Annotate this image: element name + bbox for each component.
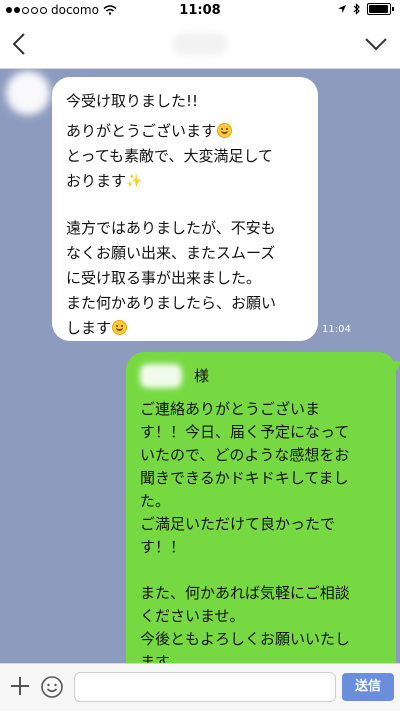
chat-area[interactable]: 今受け取りました!! ありがとうございます とっても素敵で、大変満足して おりま… (0, 69, 400, 663)
chevron-left-icon[interactable] (6, 28, 34, 60)
send-button[interactable]: 送信 (342, 673, 394, 701)
honorific: 様 (194, 366, 210, 385)
avatar[interactable] (6, 71, 50, 115)
plus-icon[interactable] (8, 674, 32, 698)
location-arrow-icon (338, 5, 346, 13)
chat-header (0, 20, 400, 69)
message-line: た。 (140, 492, 171, 510)
sparkles-emoji-icon: ✨ (126, 174, 143, 189)
smile-emoji-icon (217, 123, 233, 138)
message-line: また何かありましたら、お願い (66, 294, 277, 312)
message-line: 遠方ではありましたが、不安も (66, 219, 276, 237)
message-line: に受け取る事が出来ました。 (66, 269, 262, 287)
status-bar: docomo 11:08 (0, 0, 400, 20)
battery-nub (392, 7, 394, 11)
message-line: とっても素敵で、大変満足して (66, 147, 274, 165)
message-line: ご満足いただけて良かったで (140, 515, 336, 533)
message-timestamp: 11:04 (322, 324, 351, 335)
message-line: ご連絡ありがとうございま (140, 400, 321, 418)
message-line-with-emoji: します (66, 316, 310, 341)
message-line: いたので、どのような感想をお (140, 446, 350, 464)
recipient-name-redacted (140, 364, 182, 388)
emoji-icon[interactable] (40, 675, 64, 699)
message-text: おります (66, 172, 127, 190)
message-line: 今後ともよろしくお願いいたし (140, 630, 351, 648)
message-line: す！！今日、届く予定になって (140, 423, 350, 441)
message-line-with-emoji: おります✨ (66, 169, 310, 194)
message-text: します (66, 319, 112, 337)
outgoing-message-bubble[interactable]: 様 ご連絡ありがとうございま す！！今日、届く予定になって いたので、どのような… (126, 352, 396, 663)
message-text: ありがとうございます (66, 122, 217, 140)
message-line: 聞きできるかドキドキしてまし (140, 469, 349, 487)
smile-emoji-icon (112, 320, 128, 335)
message-input[interactable] (74, 672, 336, 702)
message-line: なくお願い出来、またスムーズ (66, 244, 276, 262)
message-line: 今受け取りました!! (66, 92, 199, 110)
battery-icon (367, 3, 391, 15)
message-line: す！！ (140, 538, 186, 556)
message-line: また、何かあれば気軽にご相談 (140, 584, 350, 602)
incoming-message-bubble[interactable]: 今受け取りました!! ありがとうございます とっても素敵で、大変満足して おりま… (52, 77, 318, 341)
status-icons (337, 3, 394, 15)
message-line-with-emoji: ありがとうございます (66, 119, 310, 144)
message-line: ます。 (140, 653, 184, 663)
bluetooth-icon (353, 3, 360, 15)
message-input-bar: 送信 (0, 663, 400, 711)
message-line: くださいませ。 (140, 607, 245, 625)
recipient-greeting: 様 (140, 362, 390, 390)
chevron-down-icon[interactable] (362, 32, 390, 56)
contact-name-redacted (172, 33, 228, 55)
